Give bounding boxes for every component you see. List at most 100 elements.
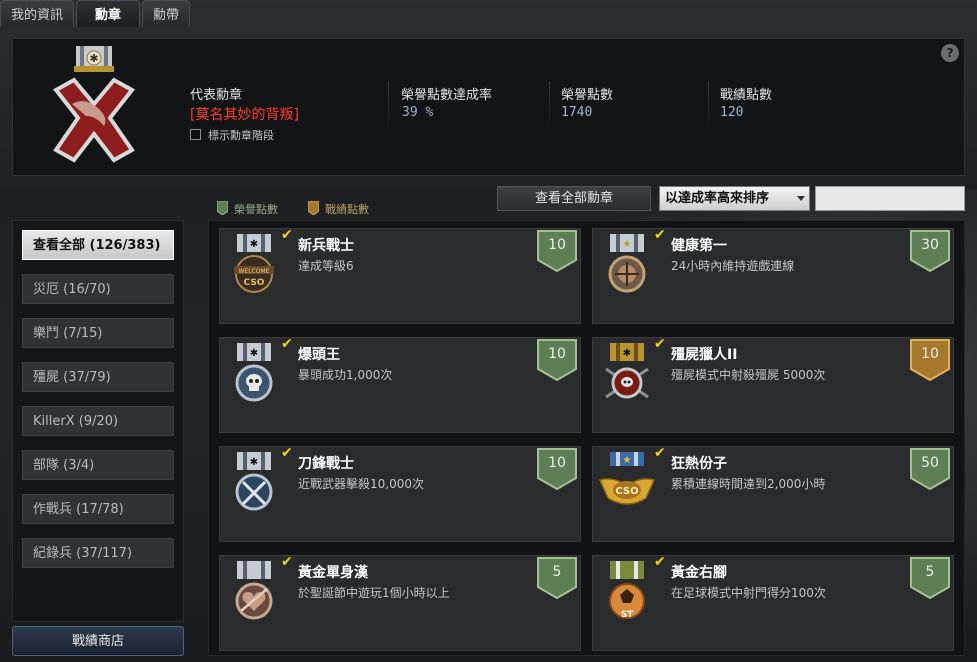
medal-desc: 24小時內維持遊戲連線 bbox=[671, 259, 795, 273]
svg-text:CSO: CSO bbox=[244, 278, 265, 288]
svg-text:✱: ✱ bbox=[250, 348, 258, 359]
honor-points-label: 榮譽點數 bbox=[561, 88, 614, 103]
honor-points-badge: 10 bbox=[537, 339, 577, 381]
svg-text:✱: ✱ bbox=[623, 348, 631, 359]
record-points-value: 120 bbox=[720, 105, 744, 120]
medal-summary-panel bbox=[12, 38, 965, 176]
completed-check-icon: ✔ bbox=[281, 227, 293, 243]
help-icon[interactable]: ? bbox=[941, 44, 959, 62]
medal-desc: 達成等級6 bbox=[298, 259, 354, 273]
zombie-hunter-medal-icon: ✱ bbox=[605, 343, 649, 399]
welcome-cso-medal-icon: ✱ WELCOME CSO bbox=[234, 234, 274, 293]
badge-points: 30 bbox=[921, 237, 939, 253]
medal-desc: 累積連線時間達到2,000小時 bbox=[671, 477, 826, 491]
honor-points-badge: 50 bbox=[910, 448, 950, 490]
sidebar-item-all[interactable]: 查看全部 (126/383) bbox=[22, 230, 174, 260]
tab-medals[interactable]: 勳章 bbox=[76, 0, 141, 27]
medal-desc: 殭屍模式中射殺殭屍 5000次 bbox=[671, 368, 826, 382]
badge-points: 10 bbox=[548, 346, 566, 362]
medal-desc: 在足球模式中射門得分100次 bbox=[671, 586, 826, 600]
medal-card[interactable]: ✱ WELCOME CSO ✔ 新兵戰士 達成等級6 10 bbox=[219, 227, 581, 324]
skull-medal-icon: ✱ bbox=[235, 343, 273, 402]
show-stage-label: 標示勳章階段 bbox=[208, 129, 274, 142]
medal-card[interactable]: ★ ✔ 健康第一 24小時內維持遊戲連線 30 bbox=[592, 227, 954, 324]
bachelor-medal-icon bbox=[235, 561, 273, 620]
medal-title: 新兵戰士 bbox=[298, 238, 354, 254]
record-points-icon bbox=[308, 201, 319, 215]
badge-points: 5 bbox=[552, 564, 562, 580]
svg-text:CSO: CSO bbox=[615, 486, 638, 497]
tab-bar: 我的資訊 勳章 勳帶 bbox=[0, 0, 977, 27]
honor-points-badge: 10 bbox=[537, 230, 577, 272]
medal-title: 黃金單身漢 bbox=[298, 565, 368, 581]
sidebar-item-killerx[interactable]: KillerX (9/20) bbox=[22, 406, 174, 436]
sidebar-item-squad[interactable]: 部隊 (3/4) bbox=[22, 450, 174, 480]
sidebar-item-zombie[interactable]: 殭屍 (37/79) bbox=[22, 362, 174, 392]
medal-title: 黃金右腳 bbox=[671, 565, 727, 581]
badge-points: 10 bbox=[548, 455, 566, 471]
completed-check-icon: ✔ bbox=[281, 336, 293, 352]
tab-ribbons[interactable]: 勳帶 bbox=[142, 0, 191, 27]
show-stage-checkbox[interactable] bbox=[190, 129, 201, 140]
svg-text:★: ★ bbox=[623, 239, 632, 250]
honor-rate-value: 39 % bbox=[402, 105, 434, 120]
medal-card[interactable]: ★ CSO ✔ 狂熱份子 累積連線時間達到2,000小時 50 bbox=[592, 445, 954, 542]
honor-points-badge: 5 bbox=[910, 557, 950, 599]
honor-points-badge: 5 bbox=[537, 557, 577, 599]
record-shop-button[interactable]: 戰績商店 bbox=[12, 626, 184, 656]
search-input[interactable] bbox=[815, 186, 965, 211]
completed-check-icon: ✔ bbox=[654, 227, 666, 243]
cso-wings-medal-icon: ★ CSO bbox=[598, 452, 656, 505]
svg-text:ST: ST bbox=[621, 610, 634, 620]
record-points-badge: 10 bbox=[910, 339, 950, 381]
honor-points-value: 1740 bbox=[561, 105, 593, 120]
badge-points: 10 bbox=[548, 237, 566, 253]
honor-points-badge: 30 bbox=[910, 230, 950, 272]
completed-check-icon: ✔ bbox=[654, 336, 666, 352]
medal-desc: 暴頭成功1,000次 bbox=[298, 368, 393, 382]
svg-text:★: ★ bbox=[623, 455, 632, 466]
chevron-down-icon bbox=[797, 196, 805, 201]
medal-card[interactable]: ✔ 黃金單身漢 於聖誕節中遊玩1個小時以上 5 bbox=[219, 554, 581, 651]
medal-title: 爆頭王 bbox=[298, 347, 340, 363]
representative-medal-icon: ✱ bbox=[52, 46, 136, 163]
badge-points: 50 bbox=[921, 455, 939, 471]
honor-rate-label: 榮譽點數達成率 bbox=[401, 88, 493, 103]
rep-medal-name: [莫名其妙的背叛] bbox=[190, 107, 299, 123]
completed-check-icon: ✔ bbox=[281, 554, 293, 570]
svg-text:✱: ✱ bbox=[250, 457, 258, 468]
badge-points: 5 bbox=[925, 564, 935, 580]
completed-check-icon: ✔ bbox=[281, 445, 293, 461]
medal-title: 健康第一 bbox=[671, 238, 727, 254]
medal-title: 殭屍獵人II bbox=[671, 347, 738, 363]
divider bbox=[388, 82, 389, 130]
completed-check-icon: ✔ bbox=[654, 445, 666, 461]
badge-points: 10 bbox=[921, 346, 939, 362]
health-medal-icon: ★ bbox=[608, 234, 646, 293]
medal-card[interactable]: ✱ ✔ 刀鋒戰士 近戰武器擊殺10,000次 10 bbox=[219, 445, 581, 542]
medal-desc: 於聖誕節中遊玩1個小時以上 bbox=[298, 586, 450, 600]
sort-dropdown[interactable]: 以達成率高來排序 bbox=[659, 186, 810, 211]
record-points-legend: 戰績點數 bbox=[325, 203, 369, 216]
divider bbox=[708, 82, 709, 130]
divider bbox=[549, 82, 550, 130]
medal-card[interactable]: ST ✔ 黃金右腳 在足球模式中射門得分100次 5 bbox=[592, 554, 954, 651]
tab-my-info[interactable]: 我的資訊 bbox=[0, 0, 75, 27]
soccer-medal-icon: ST bbox=[609, 561, 645, 620]
sidebar-item-disaster[interactable]: 災厄 (16/70) bbox=[22, 274, 174, 304]
sidebar-item-fight[interactable]: 樂鬥 (7/15) bbox=[22, 318, 174, 348]
svg-text:WELCOME: WELCOME bbox=[239, 268, 270, 275]
medal-card[interactable]: ✱ ✔ 爆頭王 暴頭成功1,000次 10 bbox=[219, 336, 581, 433]
honor-points-legend: 榮譽點數 bbox=[234, 203, 278, 216]
sidebar-item-combat[interactable]: 作戰兵 (17/78) bbox=[22, 494, 174, 524]
medal-title: 狂熱份子 bbox=[671, 456, 727, 472]
blade-medal-icon: ✱ bbox=[235, 452, 273, 511]
rep-medal-label: 代表勳章 bbox=[190, 88, 243, 103]
honor-points-badge: 10 bbox=[537, 448, 577, 490]
completed-check-icon: ✔ bbox=[654, 554, 666, 570]
medal-card[interactable]: ✱ ✔ 殭屍獵人II 殭屍模式中射殺殭屍 5000次 10 bbox=[592, 336, 954, 433]
medal-desc: 近戰武器擊殺10,000次 bbox=[298, 477, 424, 491]
honor-points-icon bbox=[217, 201, 228, 215]
view-all-medals-button[interactable]: 查看全部勳章 bbox=[497, 186, 651, 211]
sidebar-item-record[interactable]: 紀錄兵 (37/117) bbox=[22, 538, 174, 568]
